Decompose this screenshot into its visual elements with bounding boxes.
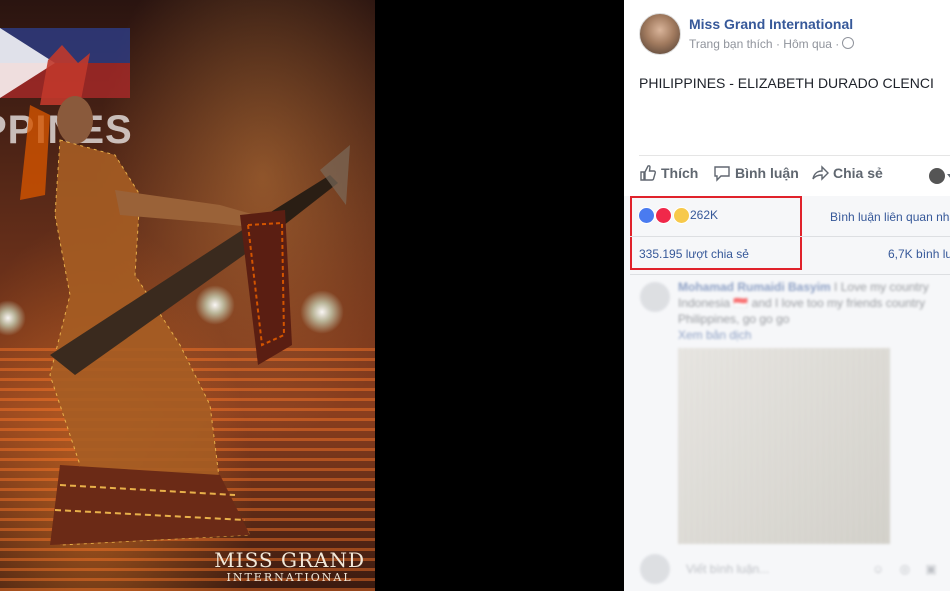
post-photo[interactable]: PPINES MISS GRAND INTERNATIONAL: [0, 0, 375, 591]
post-caption: PHILIPPINES - ELIZABETH DURADO CLENCI: [639, 75, 934, 91]
like-label: Thích: [661, 165, 699, 181]
love-reaction-icon: [655, 207, 673, 225]
share-button[interactable]: Chia sẻ: [811, 164, 883, 182]
watermark-line1: MISS GRAND: [214, 548, 365, 572]
post-header: Miss Grand International Trang bạn thích…: [639, 13, 950, 57]
page-name-link[interactable]: Miss Grand International: [689, 16, 853, 32]
comments-list: Mohamad Rumaidi Basyim I Love my country…: [624, 276, 950, 591]
post-stats: 262K Bình luận liên quan nhất 335.195 lư…: [624, 196, 950, 591]
globe-icon[interactable]: [842, 37, 855, 49]
like-reaction-icon: [638, 207, 655, 225]
share-icon: [812, 165, 829, 181]
dancer-figure: [20, 45, 350, 546]
comment-label: Bình luận: [735, 165, 799, 181]
page-avatar[interactable]: [639, 13, 681, 55]
divider: [630, 274, 950, 275]
miss-grand-watermark: MISS GRAND INTERNATIONAL: [214, 550, 365, 583]
comment-attached-image[interactable]: [678, 348, 890, 544]
comment-text: Philippines, go go go: [678, 312, 790, 326]
like-button[interactable]: Thích: [639, 164, 698, 182]
comment-sort-dropdown[interactable]: Bình luận liên quan nhất: [830, 210, 950, 224]
actor-avatar[interactable]: [929, 168, 945, 184]
reaction-count[interactable]: 262K: [690, 208, 718, 222]
thumbs-up-icon: [640, 165, 656, 181]
post-actions: Thích Bình luận Chia sẻ: [639, 164, 950, 188]
divider: [630, 236, 950, 237]
share-label: Chia sẻ: [833, 165, 883, 181]
commenter-avatar[interactable]: [640, 282, 670, 312]
post-meta: Trang bạn thích · Hôm qua ·: [689, 37, 855, 51]
comment-button[interactable]: Bình luận: [713, 164, 799, 182]
reply-input[interactable]: Viết bình luận...: [686, 562, 769, 576]
comment-text: I Love my country: [834, 280, 929, 294]
commenter-name[interactable]: Mohamad Rumaidi Basyim: [678, 280, 831, 294]
translate-link[interactable]: Xem bản dịch: [678, 328, 751, 342]
post-side-panel: Miss Grand International Trang bạn thích…: [624, 0, 950, 591]
watermark-line2: INTERNATIONAL: [226, 571, 353, 584]
reply-toolbar-icons[interactable]: ☺ ◎ ▣ ☺: [872, 562, 950, 576]
post-meta-text: Trang bạn thích · Hôm qua ·: [689, 37, 840, 51]
reaction-icons[interactable]: [638, 207, 690, 225]
comment-text: Indonesia 🇮🇩 and I love too my friends c…: [678, 296, 926, 310]
comments-count[interactable]: 6,7K bình luận: [888, 247, 950, 261]
comment-icon: [714, 166, 730, 182]
reply-avatar: [640, 554, 670, 584]
divider: [639, 155, 950, 156]
comment-line: Mohamad Rumaidi Basyim I Love my country: [678, 280, 929, 294]
shares-count[interactable]: 335.195 lượt chia sẻ: [639, 247, 749, 261]
